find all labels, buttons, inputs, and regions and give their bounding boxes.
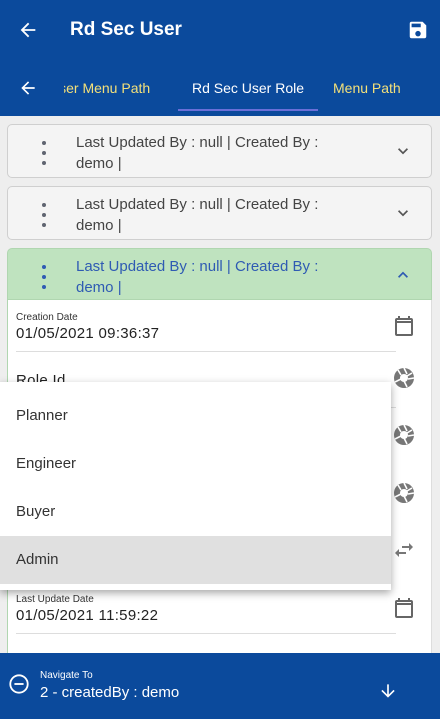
record-summary: Last Updated By : null | Created By : dem…	[76, 196, 319, 234]
dropdown-option-admin[interactable]: Admin	[0, 536, 391, 584]
save-icon[interactable]	[396, 0, 440, 60]
app-bar: Rd Sec User	[0, 0, 440, 60]
record-summary: Last Updated By : null | Created By : dem…	[76, 258, 319, 296]
minus-circle-icon[interactable]	[8, 673, 30, 695]
camera-shutter-icon[interactable]	[392, 481, 416, 505]
tab-user-menu-path[interactable]: User Menu Path	[64, 60, 164, 116]
dropdown-option-buyer[interactable]: Buyer	[0, 488, 391, 536]
more-vert-icon[interactable]	[34, 203, 54, 227]
chevron-down-icon[interactable]	[393, 141, 413, 161]
tab-bar: User Menu Path Rd Sec User Role Menu Pat…	[0, 60, 440, 116]
more-vert-icon[interactable]	[34, 265, 54, 289]
field-value: 01/05/2021 11:59:22	[16, 607, 159, 624]
calendar-icon[interactable]	[392, 314, 416, 338]
creation-date-field[interactable]: Creation Date 01/05/2021 09:36:37	[16, 312, 396, 352]
chevron-up-icon[interactable]	[393, 265, 413, 285]
back-arrow-icon[interactable]	[0, 0, 56, 60]
record-card[interactable]: Last Updated By : null | Created By : dem…	[7, 186, 432, 240]
tab-back-arrow-icon[interactable]	[0, 60, 56, 116]
navigate-label: Navigate To	[40, 670, 93, 681]
arrow-down-icon[interactable]	[378, 681, 398, 701]
chevron-down-icon[interactable]	[393, 203, 413, 223]
field-value: 01/05/2021 09:36:37	[16, 325, 160, 342]
calendar-icon[interactable]	[392, 596, 416, 620]
swap-horiz-icon[interactable]	[392, 538, 416, 562]
camera-shutter-icon[interactable]	[392, 366, 416, 390]
app-title: Rd Sec User	[70, 19, 182, 40]
record-card[interactable]: Last Updated By : null | Created By : dem…	[7, 124, 432, 178]
last-update-date-field[interactable]: Last Update Date 01/05/2021 11:59:22	[16, 594, 396, 634]
field-label: Creation Date	[16, 312, 78, 323]
camera-shutter-icon[interactable]	[392, 423, 416, 447]
tab-menu-path[interactable]: Menu Path	[333, 60, 401, 116]
field-label: Last Update Date	[16, 594, 94, 605]
record-summary: Last Updated By : null | Created By : dem…	[76, 134, 319, 172]
more-vert-icon[interactable]	[34, 141, 54, 165]
dropdown-option-planner[interactable]: Planner	[0, 392, 391, 440]
dropdown-option-engineer[interactable]: Engineer	[0, 440, 391, 488]
navigate-bar[interactable]: Navigate To 2 - createdBy : demo	[0, 653, 440, 719]
tab-rd-sec-user-role[interactable]: Rd Sec User Role	[178, 60, 318, 116]
role-dropdown-menu: Planner Engineer Buyer Admin	[0, 382, 391, 590]
record-card-expanded[interactable]: Last Updated By : null | Created By : dem…	[7, 248, 432, 300]
navigate-value: 2 - createdBy : demo	[40, 684, 180, 701]
tab-label: User Menu Path	[64, 80, 151, 96]
